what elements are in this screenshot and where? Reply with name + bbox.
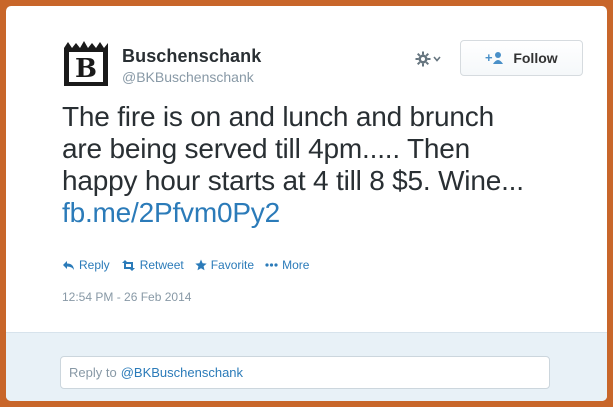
retweet-icon <box>121 259 135 271</box>
reply-action[interactable]: Reply <box>62 258 110 272</box>
reply-mention: @BKBuschenschank <box>120 365 244 380</box>
tweet-line: happy hour starts at 4 till 8 $5. Wine..… <box>62 165 524 196</box>
more-label: More <box>282 258 310 272</box>
retweet-label: Retweet <box>139 258 184 272</box>
tweet-link[interactable]: fb.me/2Pfvm0Py2 <box>62 197 602 229</box>
reply-area: Reply to @BKBuschenschank <box>6 332 607 401</box>
retweet-action[interactable]: Retweet <box>121 258 184 272</box>
user-handle[interactable]: @BKBuschenschank <box>122 68 261 86</box>
reply-label: Reply <box>79 258 110 272</box>
more-action[interactable]: More <box>265 258 309 272</box>
more-dots-icon <box>265 263 278 267</box>
avatar[interactable]: B <box>62 40 110 88</box>
follow-label: Follow <box>513 50 558 66</box>
svg-text:+: + <box>485 51 493 65</box>
display-name[interactable]: Buschenschank <box>122 46 261 66</box>
tweet-card: B Buschenschank @BKBuschenschank + Follo… <box>6 6 607 401</box>
star-icon <box>195 259 207 271</box>
favorite-action[interactable]: Favorite <box>195 258 254 272</box>
follow-button[interactable]: + Follow <box>460 40 583 76</box>
chevron-down-icon <box>433 56 441 62</box>
favorite-label: Favorite <box>210 258 255 272</box>
tweet-text: The fire is on and lunch and brunch are … <box>62 101 602 229</box>
svg-text:B: B <box>75 54 97 84</box>
buschenschank-logo-icon: B <box>64 41 108 86</box>
reply-prefix: Reply to <box>69 365 117 380</box>
tweet-header: B Buschenschank @BKBuschenschank + Follo… <box>62 40 583 90</box>
user-actions-dropdown[interactable] <box>415 50 445 68</box>
reply-input[interactable]: Reply to @BKBuschenschank <box>60 356 550 389</box>
tweet-line: are being served till 4pm..... Then <box>62 133 471 164</box>
tweet-actions: Reply Retweet Favorite More <box>62 258 320 272</box>
gear-icon <box>415 51 431 67</box>
reply-icon <box>63 260 74 270</box>
follow-user-icon: + <box>485 51 504 65</box>
tweet-line: The fire is on and lunch and brunch <box>62 101 494 132</box>
user-names: Buschenschank @BKBuschenschank <box>122 46 261 86</box>
tweet-timestamp[interactable]: 12:54 PM - 26 Feb 2014 <box>62 290 191 304</box>
